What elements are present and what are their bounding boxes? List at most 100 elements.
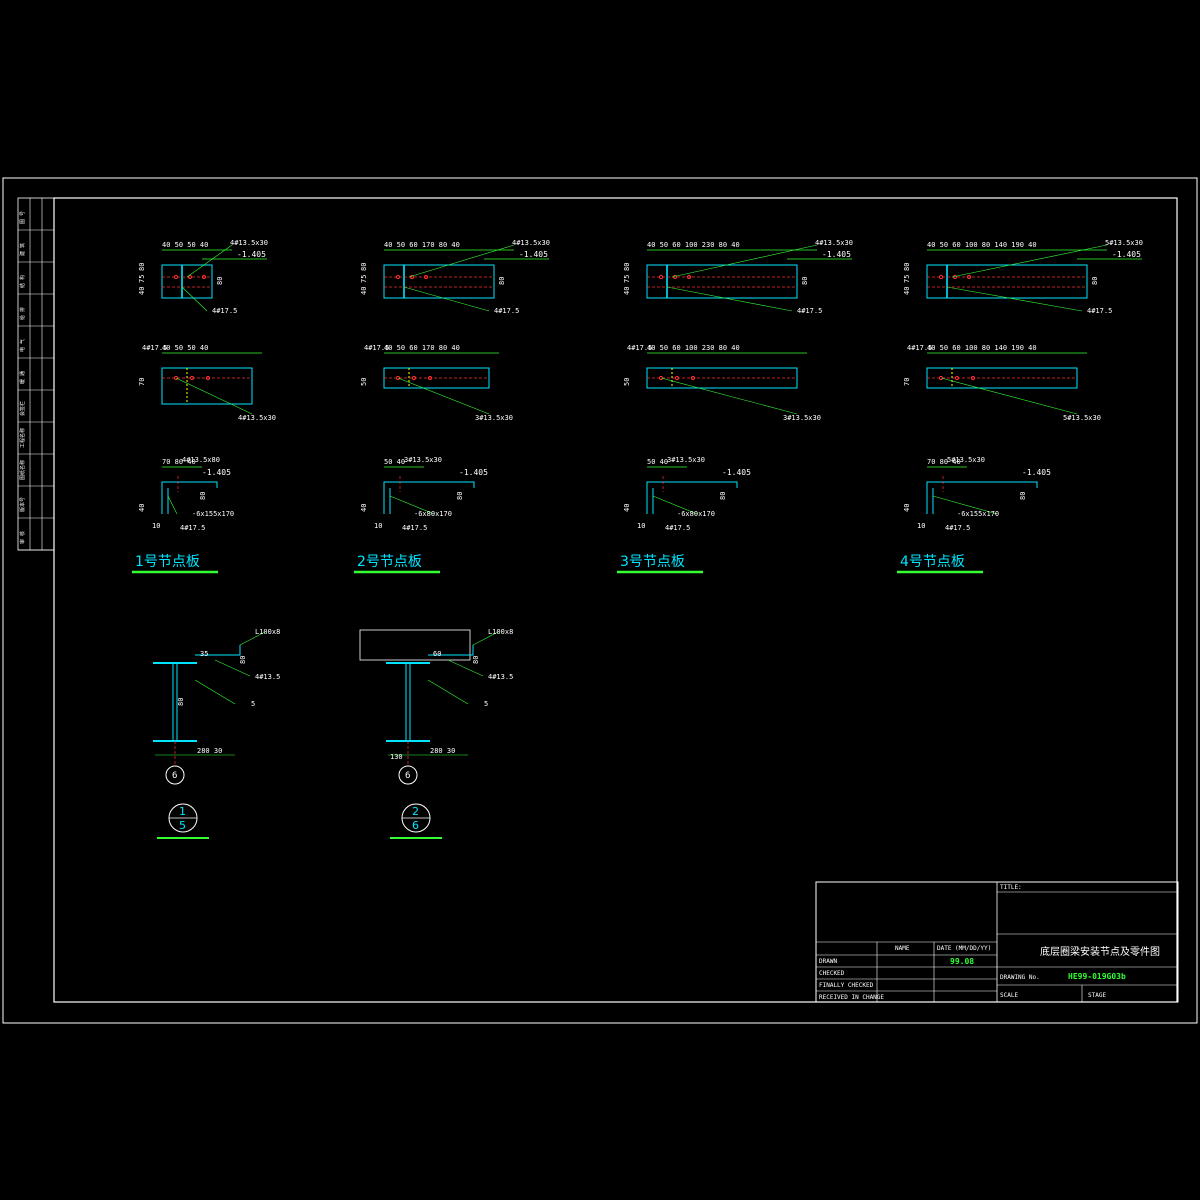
- weld-label: 5: [251, 700, 255, 708]
- top-dims: 40 50 60 170 80 40: [384, 241, 460, 249]
- dim-b: 80: [472, 656, 480, 664]
- leader: [946, 286, 1083, 312]
- leader: [167, 495, 178, 515]
- node-group-3: 40 50 60 100 230 80 40 40 75 80 80 -1.405 4#13…: [617, 239, 853, 574]
- weld-label: 5: [484, 700, 488, 708]
- top-plate: [161, 264, 213, 299]
- side-row-label: 结 构: [19, 275, 26, 288]
- bolt-hole: [938, 274, 944, 280]
- axis-label: 6: [172, 771, 177, 781]
- row-drawn: DRAWN: [819, 958, 837, 965]
- bot-side-dim: 40: [903, 504, 911, 512]
- elevation-label: -1.405: [459, 468, 488, 477]
- drawing-title: 底层圈梁安装节点及零件图: [1040, 945, 1160, 958]
- bot-bolt-note-2: 4#17.5: [945, 524, 970, 532]
- top-side-dim: 75: [623, 275, 631, 283]
- col-name-header: NAME: [895, 945, 910, 952]
- col-date-header: DATE (MM/DD/YY): [937, 945, 991, 952]
- drawn-date: 99.08: [950, 957, 974, 966]
- section-number: 2: [412, 805, 419, 818]
- elevation-label: -1.405: [822, 250, 851, 259]
- bolt-label: 4#13.5: [255, 673, 280, 681]
- top-side-dim: 40: [623, 287, 631, 295]
- top-plate: [646, 264, 798, 299]
- section-number: 1: [179, 805, 186, 818]
- mid-dims: 40 50 60 170 80 40: [384, 344, 460, 352]
- top-side-dim: 80: [623, 263, 631, 271]
- side-row-label: 给 排: [19, 307, 26, 320]
- mid-side-dim: 50: [623, 378, 631, 386]
- side-row-label: 审 核: [19, 531, 26, 544]
- side-row-label: 图纸名称: [19, 460, 26, 480]
- leader: [940, 377, 1078, 415]
- plate-spec: -6x80x170: [677, 510, 715, 518]
- mid-bolt-note-2: 4#13.5x30: [238, 414, 276, 422]
- mid-bolt-note: 4#17.5: [364, 344, 389, 352]
- top-plate: [383, 264, 495, 299]
- leader: [660, 377, 798, 415]
- elevation-label: -1.405: [1112, 250, 1141, 259]
- top-bolt-note-2: 4#17.5: [797, 307, 822, 315]
- row-received: RECEIVED IN CHANGE: [819, 994, 884, 1001]
- mid-bolt-note-2: 3#13.5x30: [783, 414, 821, 422]
- bot-right-dim: 80: [719, 492, 727, 500]
- mid-bolt-note: 4#17.5: [907, 344, 932, 352]
- row-checked: CHECKED: [819, 970, 845, 977]
- leader: [427, 679, 469, 705]
- bottom-dims: 280 30: [197, 747, 222, 755]
- top-dims: 40 50 60 100 80 140 190 40: [927, 241, 1037, 249]
- top-side-dim: 80: [903, 263, 911, 271]
- bot-dims: 50 40: [647, 458, 668, 466]
- bot-tag: 10: [374, 522, 382, 530]
- bot-bolt-note: 4#13.5x80: [182, 456, 220, 464]
- bot-bolt-note: 5#13.5x30: [947, 456, 985, 464]
- top-bolt-note-2: 4#17.5: [494, 307, 519, 315]
- bot-bolt-note-2: 4#17.5: [180, 524, 205, 532]
- bot-tag: 10: [637, 522, 645, 530]
- top-right-dim: 80: [498, 277, 506, 285]
- side-row-label: 图 号: [20, 211, 26, 224]
- top-bolt-note-2: 4#17.5: [1087, 307, 1112, 315]
- side-row-label: 建 筑: [19, 243, 26, 256]
- top-side-dim: 75: [360, 275, 368, 283]
- mid-side-dim: 70: [903, 378, 911, 386]
- bolt-label: 4#13.5: [488, 673, 513, 681]
- bot-right-dim: 80: [199, 492, 207, 500]
- top-right-dim: 80: [216, 277, 224, 285]
- elevation-label: -1.405: [202, 468, 231, 477]
- angle-label: L100x8: [255, 628, 280, 636]
- top-bolt-note-2: 4#17.5: [212, 307, 237, 315]
- bolt-hole: [658, 274, 664, 280]
- bot-right-dim: 80: [1019, 492, 1027, 500]
- dim-a: 60: [433, 650, 441, 658]
- top-right-dim: 80: [1091, 277, 1099, 285]
- title-label: TITLE:: [1000, 884, 1022, 891]
- elevation-label: -1.405: [519, 250, 548, 259]
- row-finally-checked: FINALLY CHECKED: [819, 982, 874, 989]
- angle-label: L100x8: [488, 628, 513, 636]
- mid-plate: [161, 367, 253, 405]
- top-bolt-note: 5#13.5x30: [1105, 239, 1143, 247]
- bot-side-dim: 40: [138, 504, 146, 512]
- side-row-label: 电 气: [19, 339, 26, 352]
- leader: [194, 679, 236, 705]
- mid-dims: 40 50 50 40: [162, 344, 208, 352]
- section-sheet: 6: [412, 819, 419, 832]
- top-side-dim: 75: [903, 275, 911, 283]
- plate-spec: -6x155x170: [192, 510, 234, 518]
- scale-label: SCALE: [1000, 992, 1018, 999]
- top-bolt-note: 4#13.5x30: [815, 239, 853, 247]
- bottom-left-dim: 130: [390, 753, 403, 761]
- plate-spec: -6x155x170: [957, 510, 999, 518]
- bolt-hole: [395, 274, 401, 280]
- bot-tag: 10: [917, 522, 925, 530]
- bot-bolt-note-2: 4#17.5: [402, 524, 427, 532]
- mid-side-dim: 50: [360, 378, 368, 386]
- top-side-dim: 40: [903, 287, 911, 295]
- dim-v: 80: [177, 698, 185, 706]
- node-title: 3号节点板: [620, 554, 685, 570]
- mid-side-dim: 70: [138, 378, 146, 386]
- top-plate: [926, 264, 1088, 299]
- mid-bolt-note-2: 5#13.5x30: [1063, 414, 1101, 422]
- dim-a: 35: [200, 650, 208, 658]
